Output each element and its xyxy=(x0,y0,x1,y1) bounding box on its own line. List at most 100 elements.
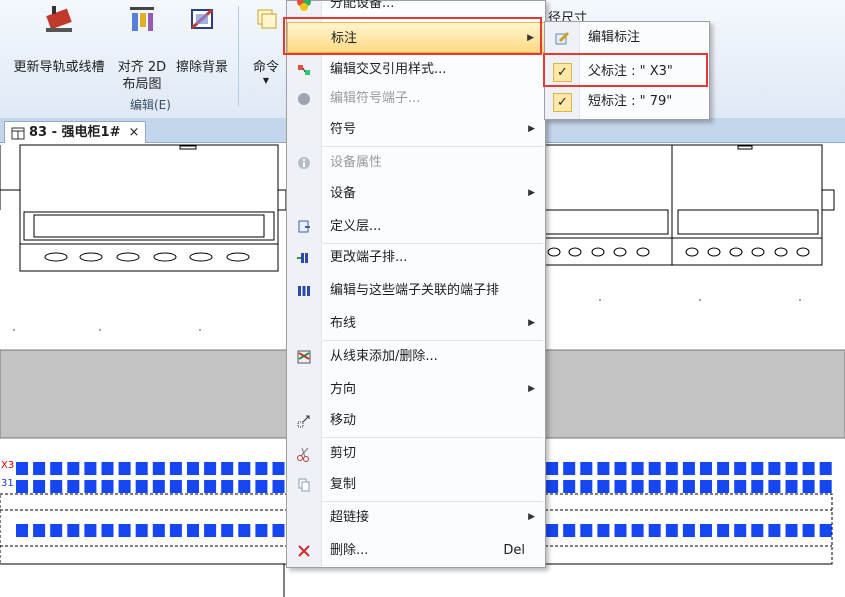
terminal-block[interactable] xyxy=(50,524,63,537)
terminal-block[interactable] xyxy=(546,524,559,537)
terminal-block[interactable] xyxy=(597,524,610,537)
terminal-block[interactable] xyxy=(665,480,678,493)
menu-item-9[interactable]: 编辑与这些端子关联的端子排 xyxy=(287,275,545,306)
terminal-block[interactable] xyxy=(118,462,131,475)
terminal-block[interactable] xyxy=(187,524,199,537)
terminal-block[interactable] xyxy=(272,480,285,493)
terminal-block[interactable] xyxy=(785,462,798,475)
terminal-block[interactable] xyxy=(221,480,234,493)
terminal-block[interactable] xyxy=(700,480,712,493)
terminal-block[interactable] xyxy=(67,524,80,537)
close-icon[interactable]: × xyxy=(128,122,139,143)
terminal-block[interactable] xyxy=(135,480,148,493)
terminal-block[interactable] xyxy=(802,462,815,475)
terminal-block[interactable] xyxy=(665,524,678,537)
terminal-block[interactable] xyxy=(768,524,781,537)
menu-item-16[interactable]: 超链接 ▶ xyxy=(287,502,545,533)
terminal-block[interactable] xyxy=(169,480,182,493)
terminal-block[interactable] xyxy=(682,524,695,537)
edit-annotation-item[interactable]: 编辑标注 xyxy=(545,23,709,53)
terminal-block[interactable] xyxy=(717,480,730,493)
terminal-block[interactable] xyxy=(50,462,63,475)
terminal-block[interactable] xyxy=(614,480,627,493)
document-tab[interactable]: 83 - 强电柜1# × xyxy=(4,121,147,143)
terminal-block[interactable] xyxy=(717,462,730,475)
terminal-block[interactable] xyxy=(717,524,730,537)
terminal-block[interactable] xyxy=(84,480,97,493)
menu-item-12[interactable]: 方向 ▶ xyxy=(287,374,545,405)
terminal-block[interactable] xyxy=(580,462,593,475)
terminal-block[interactable] xyxy=(101,480,114,493)
terminal-block[interactable] xyxy=(33,462,46,475)
terminal-block[interactable] xyxy=(238,462,251,475)
terminal-block[interactable] xyxy=(768,480,781,493)
terminal-block[interactable] xyxy=(597,480,610,493)
menu-item-10[interactable]: 布线 ▶ xyxy=(287,308,545,339)
terminal-block[interactable] xyxy=(50,480,63,493)
terminal-block[interactable] xyxy=(221,524,234,537)
terminal-block[interactable] xyxy=(16,480,28,493)
terminal-block[interactable] xyxy=(802,480,815,493)
terminal-block[interactable] xyxy=(101,524,114,537)
terminal-block[interactable] xyxy=(152,524,165,537)
menu-item-11[interactable]: 从线束添加/删除... xyxy=(287,341,545,372)
terminal-block[interactable] xyxy=(648,524,661,537)
terminal-block[interactable] xyxy=(819,480,832,493)
menu-item-17[interactable]: 删除... Del xyxy=(287,535,545,566)
terminal-block[interactable] xyxy=(187,480,199,493)
terminal-block[interactable] xyxy=(16,524,28,537)
terminal-block[interactable] xyxy=(238,480,251,493)
terminal-block[interactable] xyxy=(101,462,114,475)
terminal-block[interactable] xyxy=(785,480,798,493)
terminal-block[interactable] xyxy=(751,462,764,475)
terminal-block[interactable] xyxy=(221,462,234,475)
erase-background-button[interactable]: 擦除背景 xyxy=(172,4,232,76)
short-annotation-item[interactable]: ✓ 短标注 : " 79" xyxy=(545,87,709,117)
terminal-block[interactable] xyxy=(631,480,644,493)
terminal-block[interactable] xyxy=(152,480,165,493)
terminal-block[interactable] xyxy=(700,524,712,537)
terminal-block[interactable] xyxy=(580,480,593,493)
menu-item-13[interactable]: 移动 xyxy=(287,405,545,436)
terminal-block[interactable] xyxy=(768,462,781,475)
terminal-block[interactable] xyxy=(665,462,678,475)
terminal-block[interactable] xyxy=(682,480,695,493)
terminal-block[interactable] xyxy=(118,480,131,493)
terminal-block[interactable] xyxy=(238,524,251,537)
align-2d-button[interactable]: 对齐 2D 布局图 xyxy=(113,4,171,93)
terminal-block[interactable] xyxy=(682,462,695,475)
menu-item-8[interactable]: 更改端子排... xyxy=(287,242,545,273)
terminal-block[interactable] xyxy=(614,524,627,537)
terminal-block[interactable] xyxy=(802,524,815,537)
terminal-block[interactable] xyxy=(67,462,80,475)
terminal-block[interactable] xyxy=(546,480,559,493)
terminal-block[interactable] xyxy=(204,462,217,475)
terminal-block[interactable] xyxy=(152,462,165,475)
terminal-block[interactable] xyxy=(785,524,798,537)
terminal-block[interactable] xyxy=(67,480,80,493)
terminal-block[interactable] xyxy=(563,462,576,475)
terminal-block[interactable] xyxy=(819,462,832,475)
terminal-block[interactable] xyxy=(16,462,28,475)
menu-item-7[interactable]: 定义层... xyxy=(287,211,545,242)
terminal-block[interactable] xyxy=(255,524,268,537)
menu-item-6[interactable]: 设备 ▶ xyxy=(287,178,545,209)
terminal-block[interactable] xyxy=(563,524,576,537)
terminal-block[interactable] xyxy=(734,524,747,537)
terminal-block[interactable] xyxy=(169,462,182,475)
menu-item-5[interactable]: 设备属性 xyxy=(287,147,545,178)
terminal-block[interactable] xyxy=(734,480,747,493)
terminal-block[interactable] xyxy=(33,480,46,493)
terminal-block[interactable] xyxy=(135,524,148,537)
menu-item-14[interactable]: 剪切 xyxy=(287,438,545,469)
terminal-block[interactable] xyxy=(204,480,217,493)
menu-item-15[interactable]: 复制 xyxy=(287,469,545,500)
terminal-block[interactable] xyxy=(135,462,148,475)
terminal-block[interactable] xyxy=(631,462,644,475)
update-rail-button[interactable]: 更新导轨或线槽 xyxy=(8,4,110,76)
terminal-block[interactable] xyxy=(546,462,559,475)
terminal-block[interactable] xyxy=(84,462,97,475)
terminal-block[interactable] xyxy=(204,524,217,537)
terminal-block[interactable] xyxy=(751,524,764,537)
terminal-block[interactable] xyxy=(614,462,627,475)
